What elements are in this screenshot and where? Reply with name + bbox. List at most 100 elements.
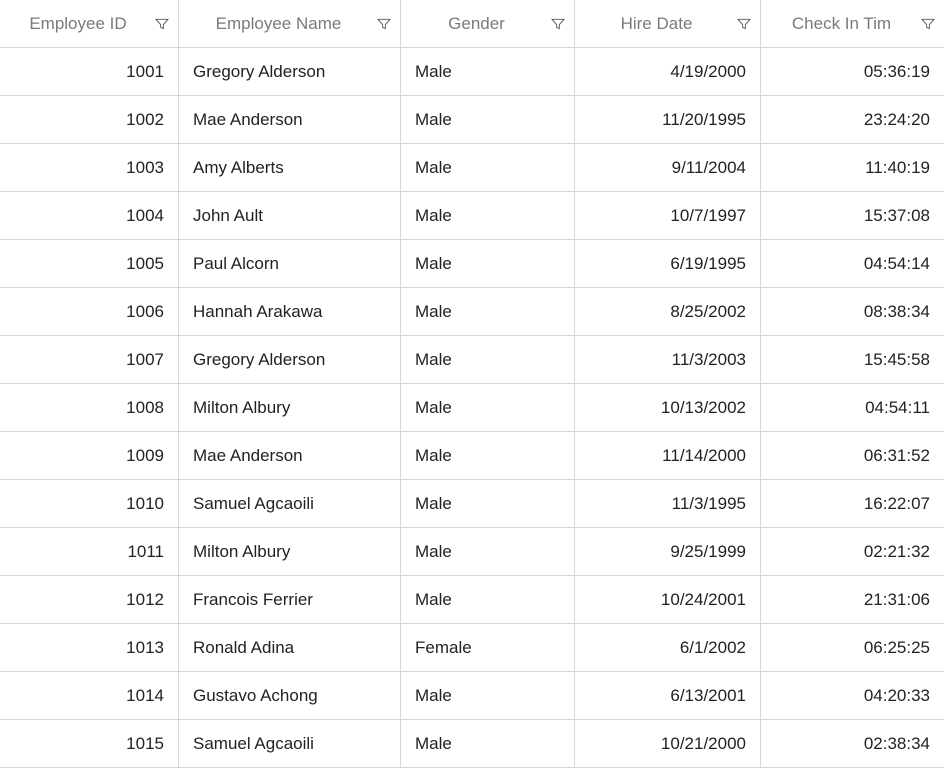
cell-name[interactable]: Milton Albury [178,528,400,575]
cell-gender[interactable]: Male [400,336,574,383]
cell-gender[interactable]: Male [400,144,574,191]
cell-id[interactable]: 1014 [0,672,178,719]
cell-name[interactable]: Ronald Adina [178,624,400,671]
cell-id[interactable]: 1007 [0,336,178,383]
table-row[interactable]: 1012Francois FerrierMale10/24/200121:31:… [0,576,944,624]
cell-hire[interactable]: 9/11/2004 [574,144,760,191]
cell-gender[interactable]: Male [400,288,574,335]
cell-gender[interactable]: Male [400,672,574,719]
table-row[interactable]: 1013Ronald AdinaFemale6/1/200206:25:25 [0,624,944,672]
cell-name[interactable]: Amy Alberts [178,144,400,191]
cell-checkin[interactable]: 08:38:34 [760,288,944,335]
cell-gender[interactable]: Male [400,192,574,239]
cell-id[interactable]: 1012 [0,576,178,623]
column-header-gender[interactable]: Gender [400,0,574,47]
cell-hire[interactable]: 8/25/2002 [574,288,760,335]
cell-hire[interactable]: 6/19/1995 [574,240,760,287]
cell-name[interactable]: Gregory Alderson [178,336,400,383]
cell-checkin[interactable]: 02:38:34 [760,720,944,767]
cell-hire[interactable]: 11/14/2000 [574,432,760,479]
cell-name[interactable]: John Ault [178,192,400,239]
cell-id[interactable]: 1009 [0,432,178,479]
cell-id[interactable]: 1008 [0,384,178,431]
cell-name[interactable]: Francois Ferrier [178,576,400,623]
cell-id[interactable]: 1006 [0,288,178,335]
cell-hire[interactable]: 10/21/2000 [574,720,760,767]
cell-gender[interactable]: Male [400,240,574,287]
cell-id[interactable]: 1015 [0,720,178,767]
cell-id[interactable]: 1010 [0,480,178,527]
filter-icon[interactable] [920,16,936,32]
table-row[interactable]: 1009Mae AndersonMale11/14/200006:31:52 [0,432,944,480]
cell-checkin[interactable]: 06:25:25 [760,624,944,671]
table-row[interactable]: 1001Gregory AldersonMale4/19/200005:36:1… [0,48,944,96]
table-row[interactable]: 1003Amy AlbertsMale9/11/200411:40:19 [0,144,944,192]
cell-name[interactable]: Mae Anderson [178,96,400,143]
table-row[interactable]: 1002Mae AndersonMale11/20/199523:24:20 [0,96,944,144]
cell-checkin[interactable]: 04:54:14 [760,240,944,287]
cell-checkin[interactable]: 06:31:52 [760,432,944,479]
cell-hire[interactable]: 11/3/1995 [574,480,760,527]
table-row[interactable]: 1007Gregory AldersonMale11/3/200315:45:5… [0,336,944,384]
cell-hire[interactable]: 4/19/2000 [574,48,760,95]
cell-gender[interactable]: Male [400,384,574,431]
cell-hire[interactable]: 10/24/2001 [574,576,760,623]
filter-icon[interactable] [736,16,752,32]
cell-name[interactable]: Paul Alcorn [178,240,400,287]
cell-gender[interactable]: Male [400,720,574,767]
cell-id[interactable]: 1011 [0,528,178,575]
cell-name[interactable]: Milton Albury [178,384,400,431]
cell-id[interactable]: 1001 [0,48,178,95]
cell-name[interactable]: Gregory Alderson [178,48,400,95]
filter-icon[interactable] [154,16,170,32]
cell-checkin[interactable]: 04:54:11 [760,384,944,431]
table-row[interactable]: 1010Samuel AgcaoiliMale11/3/199516:22:07 [0,480,944,528]
filter-icon[interactable] [376,16,392,32]
cell-id[interactable]: 1004 [0,192,178,239]
cell-name[interactable]: Mae Anderson [178,432,400,479]
table-row[interactable]: 1008Milton AlburyMale10/13/200204:54:11 [0,384,944,432]
cell-hire[interactable]: 10/13/2002 [574,384,760,431]
cell-gender[interactable]: Male [400,480,574,527]
cell-gender[interactable]: Male [400,576,574,623]
cell-hire[interactable]: 11/3/2003 [574,336,760,383]
cell-hire[interactable]: 6/1/2002 [574,624,760,671]
cell-hire[interactable]: 9/25/1999 [574,528,760,575]
cell-checkin[interactable]: 21:31:06 [760,576,944,623]
table-row[interactable]: 1014Gustavo AchongMale6/13/200104:20:33 [0,672,944,720]
table-row[interactable]: 1005Paul AlcornMale6/19/199504:54:14 [0,240,944,288]
table-row[interactable]: 1015Samuel AgcaoiliMale10/21/200002:38:3… [0,720,944,768]
column-header-employee-id[interactable]: Employee ID [0,0,178,47]
table-row[interactable]: 1004John AultMale10/7/199715:37:08 [0,192,944,240]
cell-name[interactable]: Gustavo Achong [178,672,400,719]
cell-hire[interactable]: 11/20/1995 [574,96,760,143]
cell-checkin[interactable]: 02:21:32 [760,528,944,575]
column-header-check-in-time[interactable]: Check In Tim [760,0,944,47]
cell-checkin[interactable]: 16:22:07 [760,480,944,527]
table-row[interactable]: 1011Milton AlburyMale9/25/199902:21:32 [0,528,944,576]
cell-id[interactable]: 1013 [0,624,178,671]
cell-checkin[interactable]: 05:36:19 [760,48,944,95]
cell-id[interactable]: 1003 [0,144,178,191]
cell-name[interactable]: Hannah Arakawa [178,288,400,335]
filter-icon[interactable] [550,16,566,32]
table-row[interactable]: 1006Hannah ArakawaMale8/25/200208:38:34 [0,288,944,336]
cell-name[interactable]: Samuel Agcaoili [178,480,400,527]
column-header-employee-name[interactable]: Employee Name [178,0,400,47]
cell-id[interactable]: 1005 [0,240,178,287]
cell-checkin[interactable]: 04:20:33 [760,672,944,719]
cell-checkin[interactable]: 15:37:08 [760,192,944,239]
cell-gender[interactable]: Male [400,96,574,143]
cell-checkin[interactable]: 15:45:58 [760,336,944,383]
cell-hire[interactable]: 6/13/2001 [574,672,760,719]
column-header-hire-date[interactable]: Hire Date [574,0,760,47]
cell-checkin[interactable]: 23:24:20 [760,96,944,143]
cell-gender[interactable]: Male [400,48,574,95]
cell-gender[interactable]: Female [400,624,574,671]
cell-gender[interactable]: Male [400,432,574,479]
cell-hire[interactable]: 10/7/1997 [574,192,760,239]
cell-gender[interactable]: Male [400,528,574,575]
cell-id[interactable]: 1002 [0,96,178,143]
cell-name[interactable]: Samuel Agcaoili [178,720,400,767]
cell-checkin[interactable]: 11:40:19 [760,144,944,191]
